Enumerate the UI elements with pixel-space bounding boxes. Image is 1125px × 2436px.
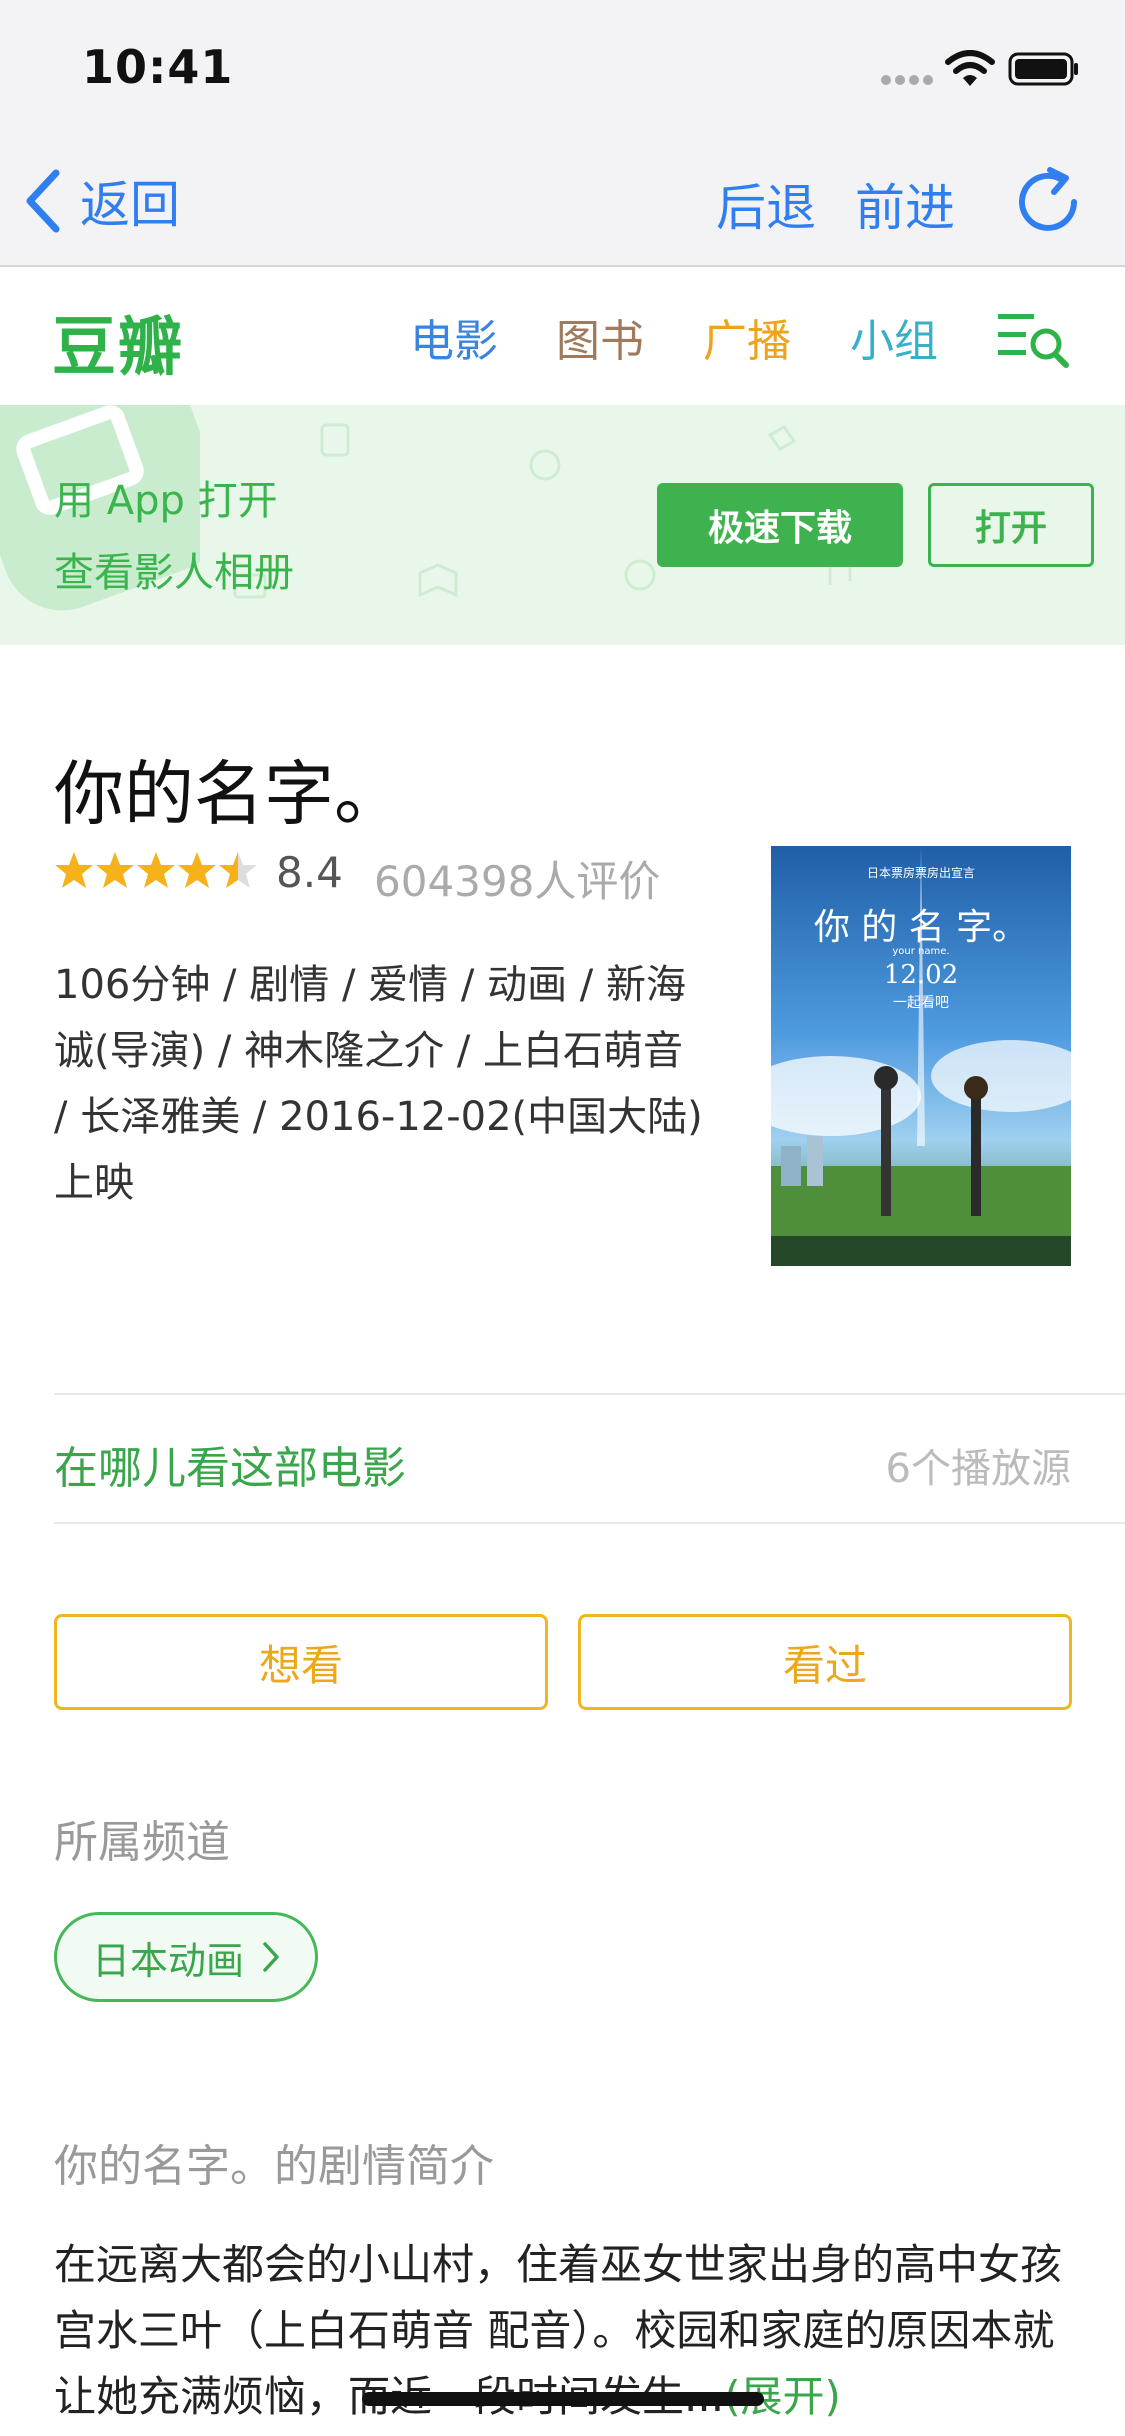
poster-title: 你 的 名 字。 <box>813 907 1029 948</box>
fast-download-button[interactable]: 极速下载 <box>657 483 903 567</box>
back-label: 返回 <box>80 176 180 234</box>
movie-poster[interactable]: 日本票房票房出宣言 你 的 名 字。 your name. 12.02 一起看吧 <box>771 846 1071 1266</box>
poster-date-sub: 一起看吧 <box>893 995 949 1011</box>
back-button[interactable]: 返回 <box>22 165 180 237</box>
channels-heading: 所属频道 <box>54 1817 230 1868</box>
where-to-watch-link[interactable]: 在哪儿看这部电影 <box>54 1432 406 1496</box>
movie-title: 你的名字。 <box>54 753 404 835</box>
menu-search-icon[interactable] <box>996 308 1072 372</box>
synopsis-heading: 你的名字。的剧情简介 <box>54 2141 494 2192</box>
history-forward-button[interactable]: 前进 <box>855 168 955 240</box>
home-indicator[interactable] <box>362 2392 764 2406</box>
banner-line-2: 查看影人相册 <box>54 550 294 596</box>
nav-movie[interactable]: 电影 <box>410 305 498 369</box>
movie-meta: 106分钟 / 剧情 / 爱情 / 动画 / 新海诚(导演) / 神木隆之介 /… <box>54 962 703 1206</box>
nav-books[interactable]: 图书 <box>556 305 644 369</box>
rating-stars <box>54 850 264 898</box>
rating-count: 604398人评价 <box>374 857 661 906</box>
douban-logo[interactable]: 豆瓣 <box>52 296 184 388</box>
battery-icon <box>1008 52 1080 90</box>
status-time: 10:41 <box>82 40 234 94</box>
banner-line-1: 用 App 打开 <box>54 478 278 524</box>
open-app-button[interactable]: 打开 <box>928 483 1094 567</box>
reload-icon[interactable] <box>1018 162 1082 238</box>
chevron-left-icon <box>26 169 60 233</box>
wifi-icon <box>945 50 995 92</box>
nav-broadcast[interactable]: 广播 <box>703 305 791 369</box>
history-back-button[interactable]: 后退 <box>716 168 816 240</box>
nav-groups[interactable]: 小组 <box>850 305 938 369</box>
watched-button[interactable]: 看过 <box>578 1614 1072 1710</box>
source-count[interactable]: 6个播放源 <box>886 1436 1071 1494</box>
rating-score: 8.4 <box>276 848 343 897</box>
chevron-right-icon <box>263 1942 279 1972</box>
poster-top-caption: 日本票房票房出宣言 <box>866 866 975 880</box>
want-to-watch-button[interactable]: 想看 <box>54 1614 548 1710</box>
divider <box>54 1522 1125 1524</box>
cellular-signal-icon <box>880 72 936 91</box>
poster-date: 12.02 <box>883 960 959 990</box>
channel-tag-label: 日本动画 <box>91 1938 244 1983</box>
divider <box>54 1393 1125 1395</box>
channel-tag-japanese-anime[interactable]: 日本动画 <box>54 1912 318 2002</box>
poster-subtitle: your name. <box>892 946 950 957</box>
